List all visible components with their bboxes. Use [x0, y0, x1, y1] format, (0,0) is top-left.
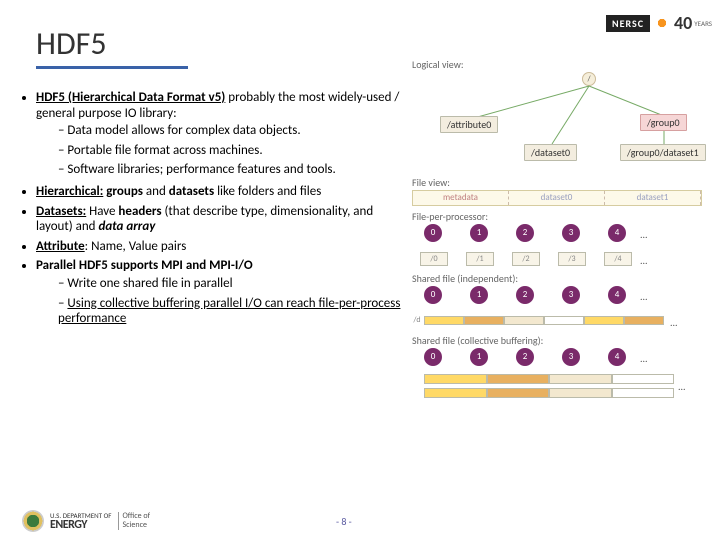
diagram-column: Logical view: / /attribute0 /dataset0 /g… — [412, 58, 707, 396]
proc-node: 3 — [562, 348, 580, 366]
t: and — [143, 184, 169, 199]
attribute0-node: /attribute0 — [440, 116, 498, 133]
dots: ... — [670, 316, 678, 329]
slide-title: HDF5 — [36, 24, 107, 63]
file-box: /1 — [466, 252, 494, 266]
file-box: /4 — [604, 252, 632, 266]
bullet-parallel-hdf5: Parallel HDF5 supports MPI and MPI-I/O — [36, 258, 402, 274]
shared-file-independent-diagram: Shared file (independent): 0 1 2 3 4 ...… — [412, 272, 707, 334]
years-text: YEARS — [694, 19, 712, 28]
office-of-science: Office of Science — [118, 512, 151, 530]
dots: ... — [640, 228, 648, 241]
t: Datasets: — [36, 204, 86, 219]
sfi-label: Shared file (independent): — [412, 272, 707, 285]
bullet-hierarchical: Hierarchical: groups and datasets like f… — [36, 184, 402, 200]
proc-node: 3 — [562, 224, 580, 242]
proc-node: 1 — [470, 224, 488, 242]
bullet-attribute: Attribute: Name, Value pairs — [36, 239, 402, 255]
group0-node: /group0 — [640, 114, 687, 131]
file-view-diagram: File view: metadata dataset0 dataset1 — [412, 176, 707, 210]
t: : Name, Value pairs — [85, 239, 187, 254]
sub-portable: Portable file format across machines. — [58, 143, 402, 159]
sub-collective-buffering: Using collective buffering parallel I/O … — [58, 296, 402, 327]
dots: ... — [678, 380, 686, 393]
proc-node: 1 — [470, 286, 488, 304]
proc-node: 2 — [516, 348, 534, 366]
t: groups — [103, 184, 143, 199]
shared-bar — [424, 388, 674, 398]
sun-icon — [652, 13, 672, 33]
page-number: - 8 - — [336, 515, 352, 528]
fpp-label: File-per-processor: — [412, 210, 707, 223]
dataset0-node: /dataset0 — [524, 144, 577, 161]
file-row: metadata dataset0 dataset1 — [412, 190, 702, 206]
proc-node: 2 — [516, 224, 534, 242]
t: Science — [123, 521, 151, 530]
t: data array — [98, 219, 155, 234]
forty-text: 40 — [674, 12, 692, 34]
proc-node: 1 — [470, 348, 488, 366]
shared-file-label: /d — [412, 314, 422, 328]
file-box: /3 — [558, 252, 586, 266]
doe-text: U.S. DEPARTMENT OF ENERGY — [50, 512, 112, 531]
t: Using collective buffering parallel I/O … — [58, 296, 400, 327]
sfb-label: Shared file (collective buffering): — [412, 334, 707, 347]
seg-dataset1: dataset1 — [605, 191, 701, 205]
file-view-label: File view: — [412, 176, 707, 189]
proc-node: 3 — [562, 286, 580, 304]
t: datasets — [169, 184, 214, 199]
nersc-logo-text: NERSC — [606, 15, 650, 32]
nersc-logo: NERSC 40 YEARS — [606, 12, 712, 34]
proc-node: 0 — [424, 286, 442, 304]
proc-node: 4 — [608, 286, 626, 304]
proc-node: 2 — [516, 286, 534, 304]
dots: ... — [640, 352, 648, 365]
sub-data-model: Data model allows for complex data objec… — [58, 123, 402, 139]
doe-seal-icon — [22, 510, 44, 532]
file-box: /0 — [420, 252, 448, 266]
logical-view-diagram: Logical view: / /attribute0 /dataset0 /g… — [412, 58, 707, 174]
dots: ... — [640, 254, 648, 267]
shared-file-collective-diagram: Shared file (collective buffering): 0 1 … — [412, 334, 707, 396]
proc-node: 4 — [608, 224, 626, 242]
seg-metadata: metadata — [413, 191, 509, 205]
sub-libraries: Software libraries; performance features… — [58, 162, 402, 178]
proc-node: 0 — [424, 348, 442, 366]
proc-node: 0 — [424, 224, 442, 242]
title-underline — [36, 66, 188, 69]
t: Attribute — [36, 239, 85, 254]
dots: ... — [640, 290, 648, 303]
doe-big: ENERGY — [50, 519, 112, 531]
shared-bar — [424, 316, 664, 325]
content-column: HDF5 (Hierarchical Data Format v5) proba… — [22, 90, 402, 333]
t: Hierarchical: — [36, 184, 103, 199]
bullet-hdf5-intro: HDF5 (Hierarchical Data Format v5) proba… — [36, 90, 402, 178]
seg-dataset0: dataset0 — [509, 191, 605, 205]
file-box: /2 — [512, 252, 540, 266]
t: like folders and files — [214, 184, 321, 199]
hdf5-name: HDF5 (Hierarchical Data Format v5) — [36, 90, 225, 105]
buffer-bar — [424, 374, 674, 384]
t: headers — [118, 204, 161, 219]
bullet-datasets: Datasets: Have headers (that describe ty… — [36, 204, 402, 235]
t: Have — [86, 204, 118, 219]
proc-node: 4 — [608, 348, 626, 366]
file-per-processor-diagram: File-per-processor: 0 1 2 3 4 ... /0 /1 … — [412, 210, 707, 272]
group0-dataset1-node: /group0/dataset1 — [620, 144, 706, 161]
sub-shared-file: Write one shared file in parallel — [58, 276, 402, 292]
doe-logo: U.S. DEPARTMENT OF ENERGY Office of Scie… — [22, 510, 150, 532]
